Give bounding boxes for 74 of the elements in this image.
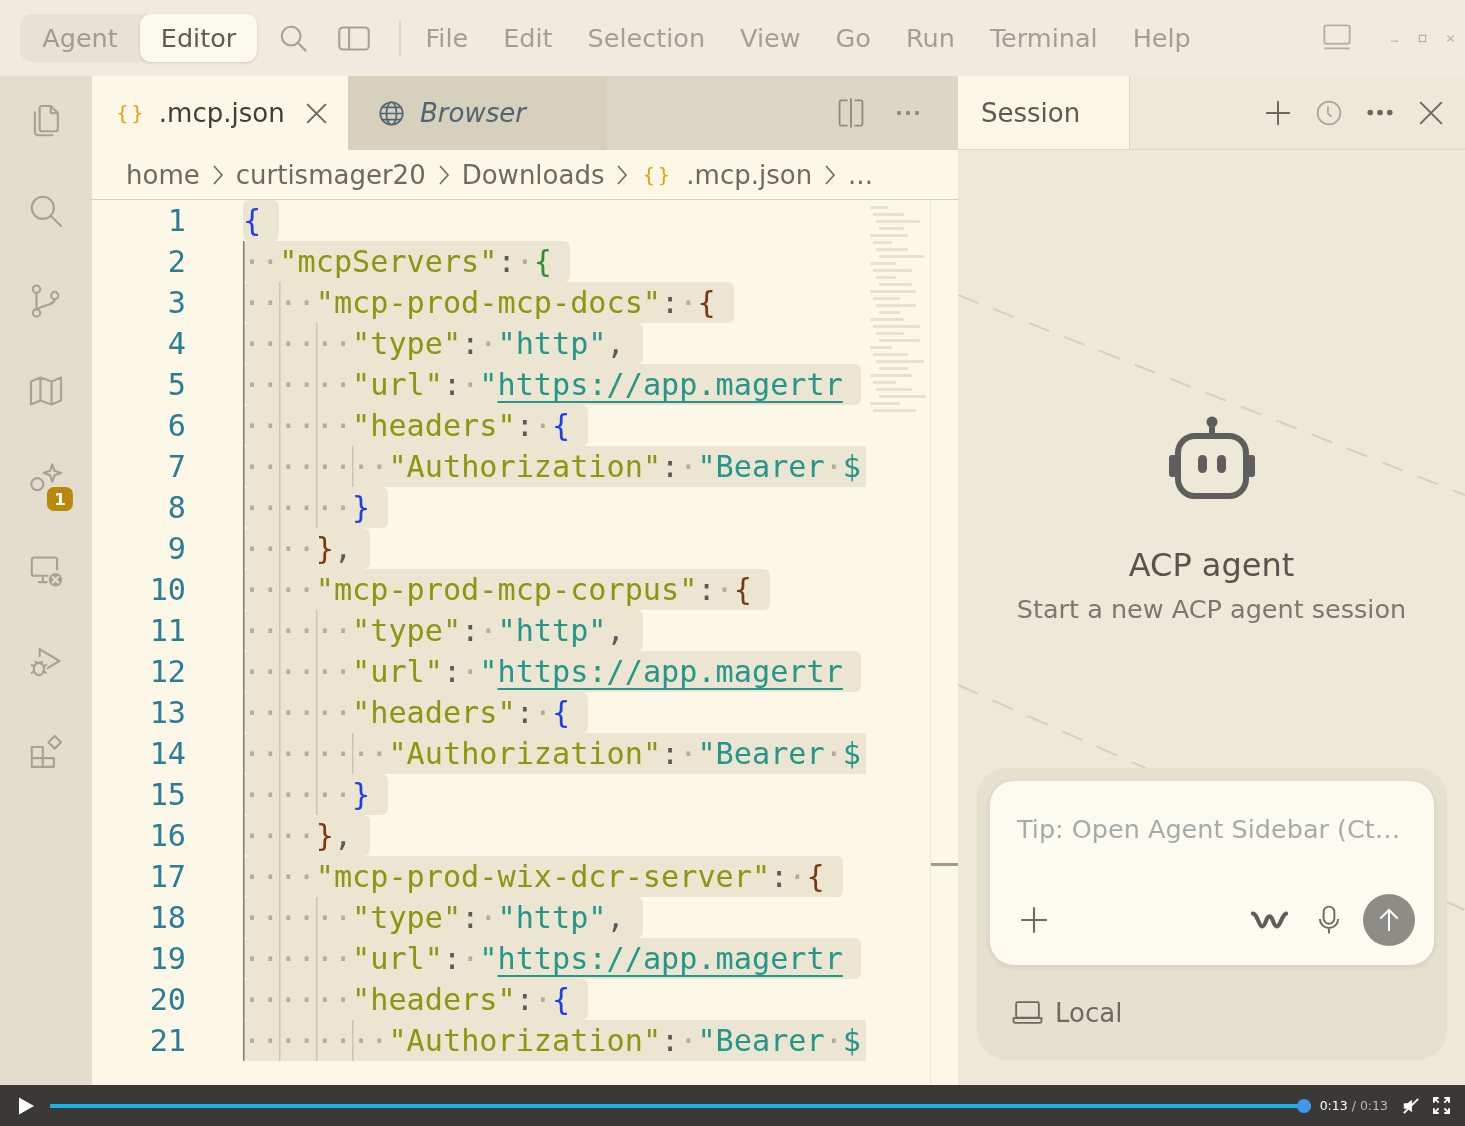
progress-thumb[interactable]: [1296, 1098, 1311, 1113]
line-number: 19: [148, 940, 187, 978]
robot-icon: [1166, 415, 1257, 501]
menu-item[interactable]: File: [425, 23, 469, 53]
more-icon[interactable]: [1367, 109, 1393, 116]
line-number: 12: [148, 653, 187, 691]
chevron-right-icon: [616, 163, 629, 186]
laptop-icon: [1012, 1000, 1043, 1025]
search-icon[interactable]: [278, 23, 308, 53]
play-icon[interactable]: [17, 1095, 35, 1116]
speaker-muted-icon[interactable]: [1402, 1096, 1420, 1115]
line-number: 5: [166, 366, 187, 404]
line-number: 3: [166, 284, 187, 322]
empty-state-title: ACP agent: [1128, 545, 1295, 586]
panel-tab[interactable]: Session: [958, 76, 1130, 149]
document-tab[interactable]: Browser: [348, 76, 607, 150]
line-number: 11: [148, 612, 187, 650]
mode-tab[interactable]: Editor: [140, 14, 257, 62]
menu-item[interactable]: Help: [1132, 23, 1191, 53]
menu-item[interactable]: Edit: [503, 23, 553, 53]
split-editor-icon[interactable]: [836, 97, 866, 129]
line-number: 13: [148, 694, 187, 732]
menu-item[interactable]: Go: [835, 23, 871, 53]
chevron-right-icon: [824, 163, 837, 186]
menu-item[interactable]: Run: [905, 23, 955, 53]
plus-icon[interactable]: [1020, 906, 1048, 934]
line-number: 8: [166, 489, 187, 527]
line-number: 17: [148, 858, 187, 896]
line-number: 6: [166, 407, 187, 445]
line-number: 16: [148, 817, 187, 855]
panel-layout-icon[interactable]: [1322, 24, 1352, 52]
globe-icon: [378, 99, 405, 127]
breadcrumb-item[interactable]: Downloads: [461, 159, 605, 190]
time-display: 0:13 / 0:13: [1319, 1098, 1388, 1113]
chevron-right-icon: [211, 163, 224, 186]
line-number: 20: [148, 981, 187, 1019]
chevron-right-icon: [437, 163, 450, 186]
braces-icon: { }: [116, 101, 142, 125]
line-number: 7: [166, 448, 187, 486]
maximize-icon[interactable]: [1418, 33, 1427, 43]
line-number: 2: [166, 243, 187, 281]
menu-item[interactable]: View: [740, 23, 801, 53]
line-number: 1: [166, 202, 187, 240]
line-number: 10: [148, 571, 187, 609]
menu-item[interactable]: Selection: [587, 23, 706, 53]
notification-badge: 1: [46, 487, 73, 512]
scrollbar-marker: [931, 863, 958, 866]
menu-item[interactable]: Terminal: [989, 23, 1098, 53]
microphone-icon[interactable]: [1318, 905, 1340, 935]
close-icon[interactable]: [1418, 99, 1444, 126]
breadcrumb-item[interactable]: ...: [848, 159, 873, 190]
message-input[interactable]: Tip: Open Agent Sidebar (Ct…: [1017, 808, 1417, 850]
breadcrumb-item[interactable]: curtismager20: [235, 159, 426, 190]
mode-tab[interactable]: Agent: [20, 14, 140, 62]
line-number: 15: [148, 776, 187, 814]
wave-icon[interactable]: [1251, 909, 1288, 931]
empty-state-subtitle: Start a new ACP agent session: [1016, 593, 1407, 626]
line-number: 18: [148, 899, 187, 937]
line-number: 14: [148, 735, 187, 773]
environment-button[interactable]: Local: [990, 965, 1123, 1060]
plus-icon[interactable]: [1265, 99, 1291, 126]
fullscreen-icon[interactable]: [1433, 1097, 1450, 1114]
line-number: 21: [148, 1022, 187, 1060]
line-number: 9: [166, 530, 187, 568]
breadcrumb-item[interactable]: .mcp.json: [686, 159, 813, 190]
braces-icon: { }: [642, 162, 669, 187]
breadcrumb-item[interactable]: home: [126, 159, 200, 190]
line-number: 4: [166, 325, 187, 363]
arrow-up-icon: [1378, 907, 1400, 933]
send-button[interactable]: [1363, 894, 1415, 946]
sidebar-toggle-icon[interactable]: [338, 25, 370, 51]
history-clock-icon[interactable]: [1316, 99, 1342, 126]
more-icon[interactable]: [896, 110, 920, 116]
document-tab[interactable]: { } .mcp.json: [92, 76, 348, 150]
